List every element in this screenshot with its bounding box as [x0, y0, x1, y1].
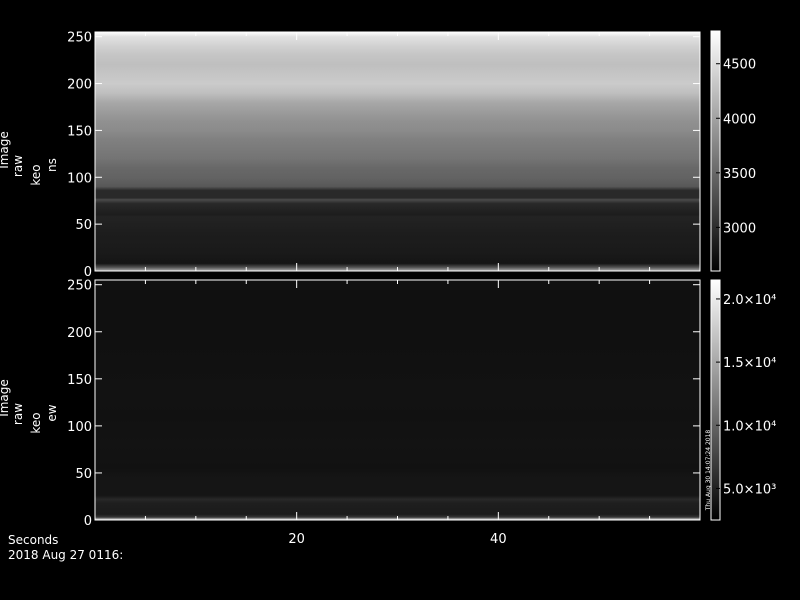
colorbar-tick-label: 3500: [723, 167, 756, 182]
colorbar-tick-label: 5.0×10³: [723, 482, 776, 497]
ylabel-ew-0: Image: [0, 379, 11, 417]
colorbar-tick-label: 4000: [723, 112, 756, 127]
ylabel-ns-3: ns: [45, 158, 59, 172]
y-tick-label: 100: [67, 171, 92, 186]
ylabel-ns-0: Image: [0, 131, 11, 169]
ylabel-ew-3: ew: [45, 404, 59, 421]
x-tick-label: 20: [288, 532, 305, 547]
y-tick-label: 150: [67, 124, 92, 139]
colorbar-tick-label: 4500: [723, 58, 756, 73]
y-tick-label: 50: [75, 218, 92, 233]
x-axis-label: Seconds: [8, 533, 58, 547]
y-tick-label: 150: [67, 373, 92, 388]
colorbar-tick-label: 2.0×10⁴: [723, 293, 776, 308]
colorbar-ns: [711, 31, 720, 271]
x-tick-label: 40: [490, 532, 507, 547]
y-tick-label: 250: [67, 279, 92, 294]
ylabel-ew-1: raw: [11, 403, 25, 425]
colorbar-ew: [711, 280, 720, 520]
panel-ns: 050100150200250 Image raw keo ns 4500400…: [0, 30, 756, 280]
ylabel-ns-2: keo: [29, 164, 43, 185]
colorbar-ticks-ns: 4500 4000 3500 3000: [716, 58, 756, 236]
y-tick-label: 100: [67, 420, 92, 435]
colorbar-tick-label: 1.5×10⁴: [723, 356, 776, 371]
ylabel-ns-1: raw: [11, 155, 25, 177]
y-tick-label: 200: [67, 326, 92, 341]
y-tick-label: 0: [84, 514, 92, 529]
y-tick-label: 250: [67, 31, 92, 46]
heatmap-ew: [95, 280, 700, 520]
colorbar-note: Thu Aug 30 14:07:24 2018: [705, 430, 712, 512]
keogram-figure: 0 50 100 150 200 250 Image raw keo ns 4500 400…: [0, 30, 776, 562]
panel-ew: 0 50 100 150 200 250 20 40 Image raw keo ew 2.…: [0, 279, 776, 547]
ylabel-ew-2: keo: [29, 412, 43, 433]
y-tick-label: 200: [67, 78, 92, 93]
date-label: 2018 Aug 27 0116:: [8, 548, 123, 562]
colorbar-tick-label: 1.0×10⁴: [723, 419, 776, 434]
colorbar-ticks-ew: 2.0×10⁴ 1.5×10⁴ 1.0×10⁴ 5.0×10³: [716, 293, 776, 497]
colorbar-tick-label: 3000: [723, 221, 756, 236]
y-tick-label: 50: [75, 467, 92, 482]
heatmap-ns: [95, 32, 700, 271]
